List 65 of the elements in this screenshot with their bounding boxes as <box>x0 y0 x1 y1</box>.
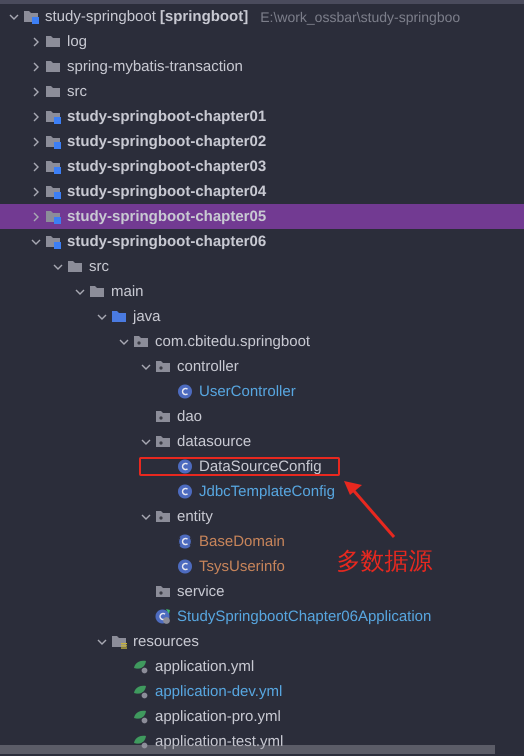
tree-item-label[interactable]: application.yml <box>155 658 254 675</box>
spring-config-icon <box>133 683 149 700</box>
module-folder-icon <box>45 183 61 200</box>
class-icon <box>177 383 193 400</box>
package-folder-icon <box>155 583 171 600</box>
folder-icon <box>45 83 61 100</box>
package-folder-icon <box>133 333 149 350</box>
resources-folder-icon <box>111 633 127 650</box>
package-folder-icon <box>155 408 171 425</box>
package-folder-icon <box>155 358 171 375</box>
class-icon <box>177 458 193 475</box>
tree-item-label[interactable]: entity <box>177 508 213 525</box>
selected-row-highlight[interactable]: study-springboot-chapter05 <box>0 204 524 229</box>
tree-item-label[interactable]: service <box>177 583 225 600</box>
tree-item-label[interactable]: study-springboot-chapter04 <box>67 183 266 200</box>
module-folder-icon <box>45 208 61 225</box>
tree-item-label[interactable]: UserController <box>199 383 296 400</box>
tree-item-label[interactable]: JdbcTemplateConfig <box>199 483 335 500</box>
tree-item-label[interactable]: study-springboot-chapter02 <box>67 133 266 150</box>
tree-item-label[interactable]: controller <box>177 358 239 375</box>
tree-item-label[interactable]: com.cbitedu.springboot <box>155 333 310 350</box>
tree-item-label[interactable]: src <box>89 258 109 275</box>
tree-item-label[interactable]: application-dev.yml <box>155 683 282 700</box>
tree-item-label[interactable]: application-pro.yml <box>155 708 281 725</box>
tree-item-label[interactable]: DataSourceConfig <box>199 458 322 475</box>
tree-item-label[interactable]: log <box>67 33 88 50</box>
spring-config-icon <box>133 708 149 725</box>
project-path: E:\work_ossbar\study-springboo <box>260 8 460 24</box>
tree-item-label[interactable]: TsysUserinfo <box>199 558 285 575</box>
tree-item-label[interactable]: study-springboot <box>45 8 156 25</box>
class-icon <box>177 558 193 575</box>
tree-item-label[interactable]: StudySpringbootChapter06Application <box>177 608 432 625</box>
module-folder-icon <box>45 158 61 175</box>
module-folder-icon <box>45 233 61 250</box>
tree-item-label[interactable]: study-springboot-chapter05 <box>67 208 266 225</box>
folder-icon <box>67 258 83 275</box>
tree-item-label[interactable]: dao <box>177 408 202 425</box>
spring-class-icon <box>155 608 171 625</box>
folder-icon <box>45 58 61 75</box>
tree-item-label[interactable]: resources <box>133 633 199 650</box>
module-folder-icon <box>45 108 61 125</box>
tree-item-label[interactable]: spring-mybatis-transaction <box>67 58 243 75</box>
tree-item-label[interactable]: study-springboot-chapter03 <box>67 158 266 175</box>
package-folder-icon <box>155 433 171 450</box>
tree-item-label[interactable]: src <box>67 83 87 100</box>
module-tag: [springboot] <box>160 8 248 25</box>
source-folder-icon <box>111 308 127 325</box>
tree-item-label[interactable]: study-springboot-chapter01 <box>67 108 266 125</box>
annotation-arrow <box>344 481 395 538</box>
spring-config-icon <box>133 733 149 750</box>
module-folder-icon <box>45 133 61 150</box>
tree-item-label[interactable]: java <box>133 308 161 325</box>
folder-icon <box>45 33 61 50</box>
module-folder-icon <box>23 8 39 25</box>
folder-icon <box>89 283 105 300</box>
annotation-label: 多数据源 <box>336 546 433 577</box>
spring-config-icon <box>133 658 149 675</box>
class-icon <box>177 483 193 500</box>
tree-item-label[interactable]: application-test.yml <box>155 733 284 750</box>
package-folder-icon <box>155 508 171 525</box>
tree-item-label[interactable]: main <box>111 283 144 300</box>
tree-item-label[interactable]: BaseDomain <box>199 533 285 550</box>
abstract-class-icon <box>177 533 193 550</box>
tree-item-label[interactable]: study-springboot-chapter06 <box>67 233 266 250</box>
tree-item-label[interactable]: datasource <box>177 433 252 450</box>
